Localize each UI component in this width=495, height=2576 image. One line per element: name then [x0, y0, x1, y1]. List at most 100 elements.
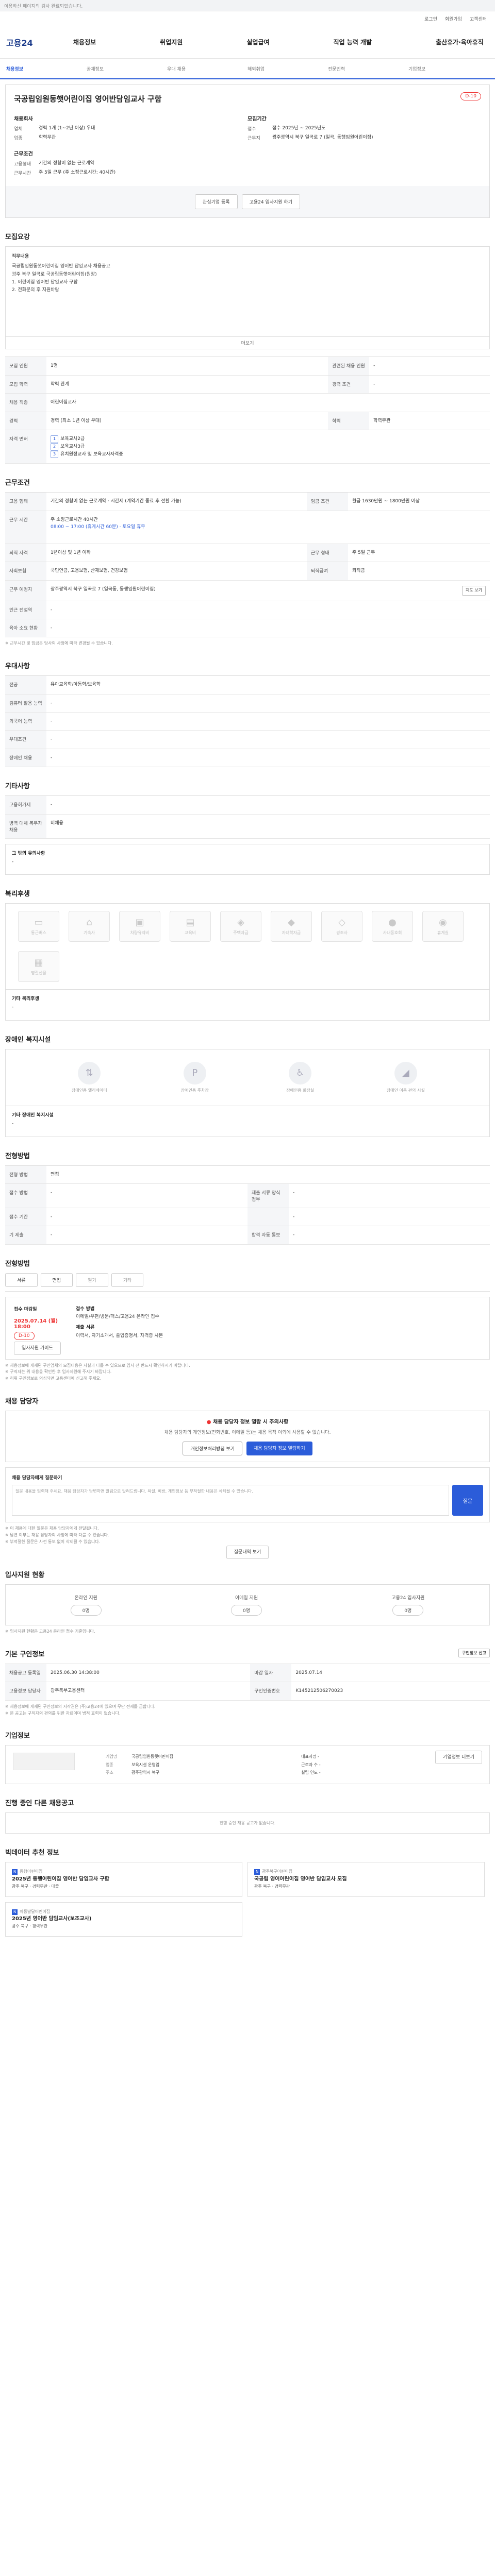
th: 제출 서류 양식 첨부	[248, 1183, 289, 1208]
list-item[interactable]: N 광주북구어린이집 국공립 영어어린이집 영어반 담임교사 모집 광주 북구 ·…	[248, 1861, 485, 1897]
td: K145212506270023	[291, 1682, 490, 1701]
tab-documents[interactable]: 서류	[5, 1273, 38, 1287]
note-line: ※ 본 공고는 구직자의 편의를 위한 자료이며 법적 효력이 없습니다.	[5, 1710, 121, 1716]
td: 학력무관	[369, 412, 490, 431]
deadline-label: 접수 마감일	[14, 1307, 37, 1312]
desc-line: 국공립임원동햇어린이집 영어반 담임교사 채용공고	[12, 264, 110, 269]
question-history-button[interactable]: 질문내역 보기	[226, 1545, 269, 1559]
th: 퇴직 자격	[5, 544, 46, 563]
corp-value: 국공립임원동햇어린이집	[131, 1754, 173, 1759]
table-row: 접수 기간 - -	[5, 1208, 490, 1227]
table-row: 근무 예정지 광주광역시 북구 일곡로 7 (일곡동, 동행임원어린이집) 지도 보…	[5, 580, 490, 601]
gnb-recruit[interactable]: 채용정보	[73, 38, 96, 46]
subnav-overseas[interactable]: 해외취업	[248, 65, 328, 72]
prefer-table: 전공 유아교육학/아동학/보육학 컴퓨터 활용 능력 - 외국어 능력 - 우대조건 -…	[5, 675, 490, 768]
welfare-label: 자녀학자금	[282, 930, 301, 935]
td: -	[46, 694, 490, 713]
apply-button[interactable]: 고용24 입사지원 하기	[241, 194, 300, 209]
rec-title: 국공립 영어어린이집 영어반 담임교사 모집	[254, 1876, 347, 1882]
gnb-leave[interactable]: 출산휴가·육아휴직	[436, 38, 484, 46]
table-row: 경력 경력 (최소 1년 이상 우대) 학력 학력무관	[5, 412, 490, 431]
corp-more-button[interactable]: 기업정보 더보기	[435, 1751, 482, 1765]
etc-notes-value: -	[12, 859, 14, 865]
th: 전공	[5, 675, 46, 694]
gnb-training[interactable]: 직업 능력 개발	[333, 38, 372, 46]
question-submit-button[interactable]: 질문	[452, 1485, 483, 1516]
td: -	[46, 749, 490, 768]
subnav-company[interactable]: 기업정보	[408, 65, 489, 72]
subnav-public[interactable]: 공채정보	[87, 65, 167, 72]
th: 근무 형태	[306, 544, 348, 563]
welfare-label: 교육비	[184, 930, 196, 935]
company-logo	[13, 1753, 75, 1771]
welfare-item: ◈ 주택자금	[220, 910, 261, 942]
login-link[interactable]: 로그인	[424, 17, 437, 22]
related-empty: 진행 중인 채용 공고가 없습니다.	[5, 1812, 490, 1834]
td: 광주광역시 북구 일곡로 7 (일곡동, 동행임원어린이집) 지도 보기	[46, 580, 490, 601]
manager-text: 채용 담당자의 개인정보(전화번호, 이메일 등)는 채용 목적 이외에 사용할…	[164, 1430, 331, 1436]
help-link[interactable]: 고객센터	[470, 17, 487, 22]
global-nav: 고용24 채용정보 취업지원 실업급여 직업 능력 개발 출산휴가·육아휴직	[0, 26, 495, 59]
td: 어린이집교사	[46, 393, 490, 412]
section-title-prefer: 우대사항	[5, 663, 30, 671]
table-row: 컴퓨터 활용 능력 -	[5, 694, 490, 713]
status-value: 0명	[230, 1605, 262, 1616]
welfare-etc-value: -	[12, 1004, 14, 1010]
welfare-item: ◉ 휴게실	[422, 910, 464, 942]
more-button[interactable]: 더보기	[5, 337, 490, 350]
question-input[interactable]: 질문 내용을 입력해 주세요. 채용 담당자가 답변하면 알림으로 알려드립니다…	[12, 1485, 449, 1516]
status-box: 온라인 지원 0명 이메일 지원 0명 고용24 입사지원 0명	[5, 1584, 490, 1626]
tab-written[interactable]: 필기	[76, 1273, 108, 1287]
subnav-recruit[interactable]: 채용정보	[6, 65, 87, 72]
list-item[interactable]: N 동행어린이집 2025년 동행어린이집 영어반 담임교사 구함 광주 북구 ·…	[5, 1861, 242, 1897]
td: 2025.07.14	[291, 1664, 490, 1683]
privacy-button[interactable]: 개인정보처리방침 보기	[183, 1442, 242, 1456]
gnb-job-support[interactable]: 취업지원	[160, 38, 183, 46]
rec-company: 광주북구어린이집	[262, 1869, 293, 1874]
table-row: 사회보험 국민연금, 고용보험, 산재보험, 건강보험 퇴직급여 퇴직금	[5, 562, 490, 581]
th: 퇴직급여	[306, 562, 348, 581]
th: 인근 전철역	[5, 601, 46, 619]
subnav-preferred[interactable]: 우대 채용	[167, 65, 248, 72]
status-label: 온라인 지원	[74, 1596, 97, 1601]
subnav-expert[interactable]: 전문인력	[328, 65, 408, 72]
th: 전형 방법	[5, 1165, 46, 1184]
td: 주 소정근로시간 40시간 08:00 ~ 17:00 (휴게시간 60분) · …	[46, 511, 490, 545]
th: 사회보험	[5, 562, 46, 581]
view-manager-button[interactable]: 채용 담당자 정보 열람하기	[246, 1442, 312, 1456]
table-row: 자격 면허 1 보육교사2급 2 보육교사3급 3 유치원정교사 및 보육교사자격증	[5, 430, 490, 464]
apply-tabs: 서류 면접 필기 기타	[5, 1273, 490, 1292]
present-icon: ▦	[34, 957, 43, 968]
disabled-label: 장애인용 화장실	[286, 1088, 315, 1093]
table-row: 고용정보 담당자 광주북부고용센터 구인인증번호 K145212506270023	[5, 1682, 490, 1701]
map-button[interactable]: 지도 보기	[462, 585, 486, 596]
td: 기간의 정함이 없는 근로계약 · 시간제 (계약기간 종료 후 전환 가능)	[46, 492, 307, 511]
th: 구인인증번호	[250, 1682, 292, 1701]
gnb-unemployment[interactable]: 실업급여	[246, 38, 269, 46]
list-item[interactable]: N 아동발달어린이집 2025년 영어반 담임교사(보조교사) 광주 북구 · 경…	[5, 1902, 242, 1937]
th: 우대조건	[5, 730, 46, 749]
section-title-apply: 전형방법	[5, 1260, 30, 1268]
conditions-table: 고용 형태 기간의 정함이 없는 근로계약 · 시간제 (계약기간 종료 후 전환…	[5, 492, 490, 638]
corp-right-line: 설립 연도 -	[301, 1770, 321, 1775]
welfare-etc-label: 기타 복리후생	[12, 996, 39, 1002]
tab-interview[interactable]: 면접	[40, 1273, 73, 1287]
table-row: 기 제출 - 합격 자동 통보 -	[5, 1226, 490, 1245]
top-notice-bar: 이용하신 페이지의 검사 완료되었습니다.	[0, 0, 495, 11]
welfare-label: 휴게실	[437, 930, 449, 935]
question-label: 채용 담당자에게 질문하기	[12, 1476, 62, 1481]
disabled-item: ⇅ 장애인용 엘리베이터	[51, 1061, 128, 1093]
address-text: 광주광역시 북구 일곡로 7 (일곡동, 동행임원어린이집)	[51, 586, 156, 592]
disabled-etc-label: 기타 장애인 복지시설	[12, 1112, 54, 1118]
interest-button[interactable]: 관심기업 등록	[195, 194, 238, 209]
book-icon: ▤	[186, 917, 195, 928]
tab-etc[interactable]: 기타	[111, 1273, 144, 1287]
signup-link[interactable]: 회원가입	[445, 17, 462, 22]
apply-guide-button[interactable]: 입사지원 가이드	[14, 1341, 61, 1355]
meta-table: 채용공고 등록일 2025.06.30 14:38:00 마감 일자 2025.07.…	[5, 1664, 490, 1701]
disabled-label: 장애인 이동 편의 시설	[386, 1088, 425, 1093]
site-logo[interactable]: 고용24	[6, 36, 73, 48]
td: -	[289, 1208, 490, 1227]
report-button[interactable]: 구인정보 신고	[458, 1649, 490, 1658]
th: 접수 기간	[5, 1208, 46, 1227]
